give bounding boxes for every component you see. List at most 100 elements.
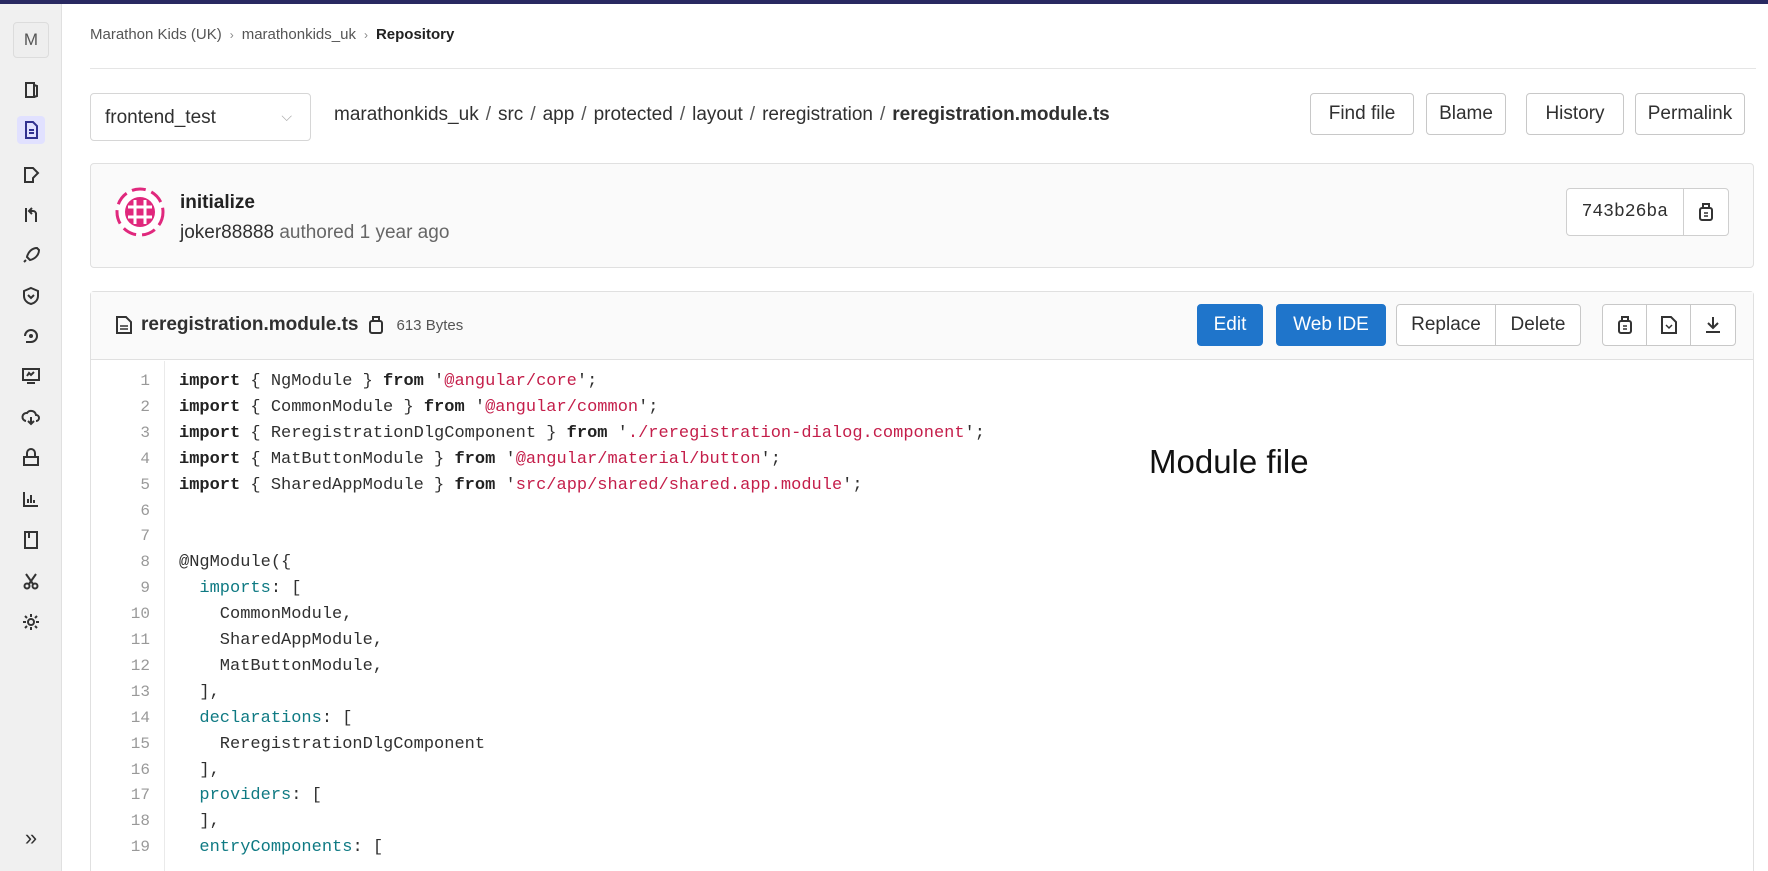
code-token: @angular/core (444, 372, 577, 391)
code-token: import (179, 475, 241, 495)
copy-path-icon[interactable] (367, 315, 385, 335)
packages-icon[interactable] (17, 444, 45, 472)
repository-icon[interactable] (17, 116, 45, 144)
commit-author-name[interactable]: joker88888 (180, 222, 274, 243)
line-number[interactable]: 15 (131, 735, 150, 753)
code-token: imports (199, 579, 271, 599)
commit-author-line: joker88888 authored 1 year ago (180, 222, 449, 244)
line-number[interactable]: 11 (131, 631, 150, 649)
line-number[interactable]: 14 (131, 709, 150, 727)
path-separator: / (749, 104, 756, 125)
breadcrumb-divider (90, 68, 1756, 69)
breadcrumb-separator: › (229, 27, 234, 42)
ci-cd-rocket-icon[interactable] (17, 241, 45, 269)
wiki-icon[interactable] (17, 526, 45, 554)
path-segment-link[interactable]: src (498, 104, 523, 125)
issues-icon[interactable] (17, 161, 45, 189)
line-number[interactable]: 6 (140, 502, 150, 520)
code-line: import { NgModule } from '@angular/core'… (179, 372, 597, 391)
code-token: ' (495, 449, 516, 469)
line-number[interactable]: 8 (140, 553, 150, 571)
file-title: reregistration.module.ts 613 Bytes (115, 314, 463, 336)
path-segment-link[interactable]: reregistration (762, 104, 873, 125)
code-viewer: 1 2 3 4 5 6 7 8 9 10 11 12 13 14 15 16 17 18 19 import { N… (91, 361, 1753, 871)
breadcrumb-group-link[interactable]: Marathon Kids (UK) (90, 26, 222, 43)
line-number[interactable]: 7 (140, 527, 150, 545)
branch-selector[interactable]: frontend_test ⌵ (90, 93, 311, 141)
line-number[interactable]: 5 (140, 476, 150, 494)
code-token: ./reregistration-dialog.component (627, 423, 965, 443)
path-segment-link[interactable]: marathonkids_uk (334, 104, 479, 125)
blame-button[interactable]: Blame (1426, 93, 1506, 135)
code-token: @angular/common (485, 397, 639, 417)
snippets-scissors-icon[interactable] (17, 567, 45, 595)
copy-sha-icon[interactable] (1684, 189, 1728, 235)
edit-button[interactable]: Edit (1197, 304, 1263, 346)
line-number[interactable]: 16 (131, 761, 150, 779)
code-line: providers: [ (179, 786, 322, 806)
analytics-icon[interactable] (17, 485, 45, 513)
open-raw-icon[interactable] (1647, 305, 1691, 345)
code-token: : [ (291, 786, 322, 806)
breadcrumb-current[interactable]: Repository (376, 26, 454, 43)
line-number[interactable]: 10 (131, 605, 150, 623)
project-overview-icon[interactable] (17, 76, 45, 104)
project-avatar[interactable]: M (13, 22, 49, 58)
line-number[interactable]: 12 (131, 657, 150, 675)
annotation-label: Module file (1149, 443, 1309, 480)
infrastructure-cloud-icon[interactable] (17, 403, 45, 431)
copy-contents-icon[interactable] (1603, 305, 1647, 345)
breadcrumb-project-link[interactable]: marathonkids_uk (242, 26, 356, 43)
line-number[interactable]: 13 (131, 683, 150, 701)
merge-requests-icon[interactable] (17, 201, 45, 229)
collapse-sidebar-icon[interactable]: » (17, 824, 45, 852)
code-token: '; (760, 449, 781, 469)
line-number[interactable]: 9 (140, 579, 150, 597)
code-token: { ReregistrationDlgComponent } (240, 423, 567, 443)
security-shield-icon[interactable] (17, 282, 45, 310)
line-number[interactable]: 19 (131, 838, 150, 856)
code-token: ' (464, 397, 486, 417)
commit-sha[interactable]: 743b26ba (1567, 189, 1684, 235)
code-line: import { CommonModule } from '@angular/c… (179, 398, 659, 417)
code-token: from (454, 449, 496, 469)
code-token: { MatButtonModule } (240, 449, 455, 469)
code-line: ], (179, 683, 219, 702)
code-token: from (566, 423, 608, 443)
code-token: ' (423, 372, 445, 391)
line-number[interactable]: 2 (140, 398, 150, 416)
commit-author-avatar[interactable] (115, 187, 165, 237)
path-segment-link[interactable]: protected (594, 104, 673, 125)
code-token: CommonModule, (179, 605, 353, 625)
download-icon[interactable] (1691, 305, 1735, 345)
path-segment-link[interactable]: app (543, 104, 575, 125)
breadcrumb: Marathon Kids (UK) › marathonkids_uk › R… (90, 26, 454, 43)
web-ide-button[interactable]: Web IDE (1276, 304, 1386, 346)
breadcrumb-separator: › (363, 27, 368, 42)
path-separator: / (530, 104, 536, 125)
find-file-button[interactable]: Find file (1310, 93, 1414, 135)
code-token: src/app/shared/shared.app.module (515, 475, 843, 495)
code-token: '; (842, 475, 863, 495)
code-line: import { SharedAppModule } from 'src/app… (179, 476, 863, 495)
line-number[interactable]: 3 (140, 424, 150, 442)
line-number[interactable]: 4 (140, 450, 150, 468)
line-number[interactable]: 17 (131, 786, 150, 804)
code-token: import (179, 372, 241, 391)
line-number[interactable]: 18 (131, 812, 150, 830)
replace-button[interactable]: Replace (1396, 304, 1496, 346)
code-token: @NgModule({ (179, 553, 292, 573)
file-header: reregistration.module.ts 613 Bytes Edit … (91, 292, 1753, 360)
deployments-icon[interactable] (17, 322, 45, 350)
history-button[interactable]: History (1526, 93, 1624, 135)
permalink-button[interactable]: Permalink (1635, 93, 1745, 135)
monitor-icon[interactable] (17, 362, 45, 390)
code-token: MatButtonModule, (179, 656, 384, 676)
code-line: @NgModule({ (179, 553, 291, 572)
commit-title[interactable]: initialize (180, 192, 255, 214)
delete-button[interactable]: Delete (1495, 304, 1581, 346)
line-number[interactable]: 1 (140, 372, 150, 390)
path-segment-link[interactable]: layout (692, 104, 743, 125)
code-token: @angular/material/button (515, 449, 761, 469)
settings-gear-icon[interactable] (17, 608, 45, 636)
